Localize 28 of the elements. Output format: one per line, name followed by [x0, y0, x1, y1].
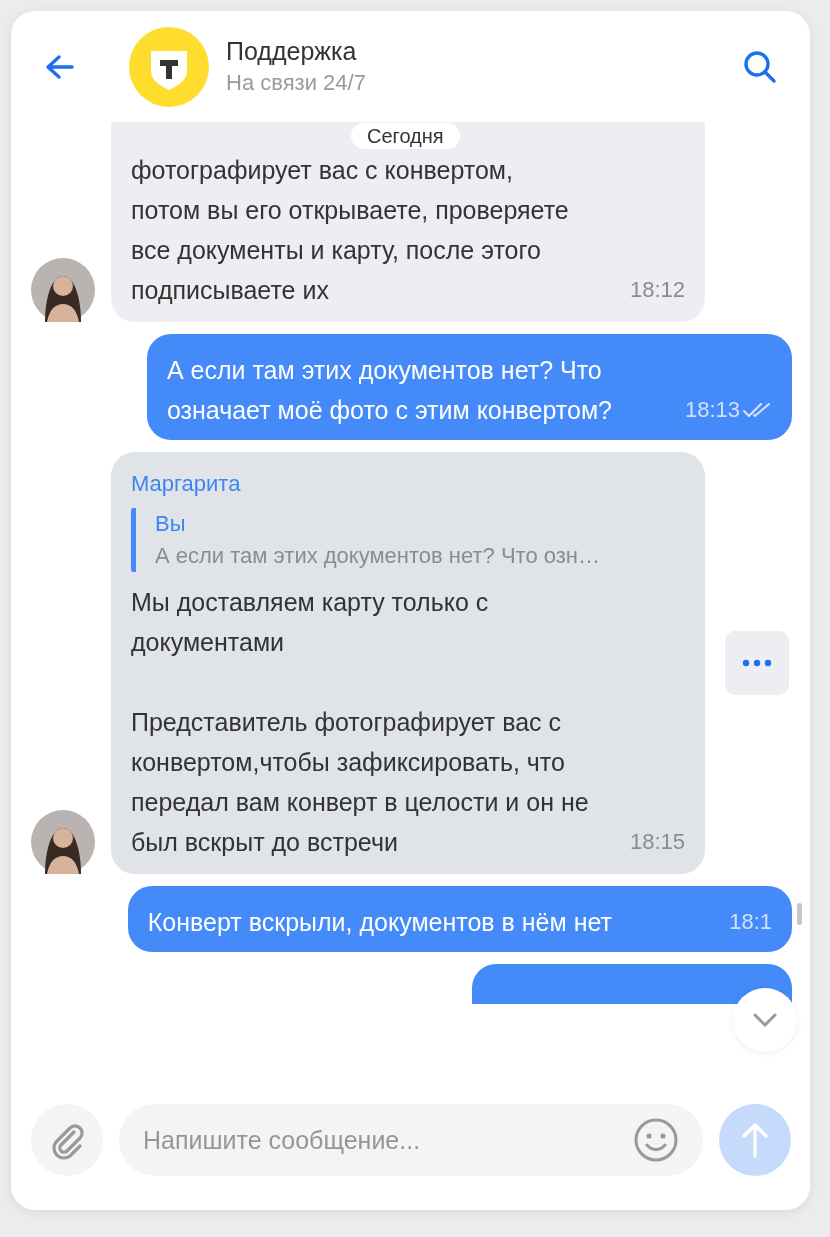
chat-status: На связи 24/7	[226, 70, 367, 96]
scroll-down-button[interactable]	[733, 988, 797, 1052]
message-input[interactable]: Напишите сообщение...	[119, 1104, 703, 1176]
date-divider: Сегодня	[351, 123, 460, 149]
reply-author: Вы	[155, 510, 186, 538]
avatar-icon	[31, 258, 95, 322]
back-arrow-icon	[44, 52, 76, 81]
more-button[interactable]	[725, 631, 789, 695]
message-time: 18:12	[629, 276, 685, 304]
message-time: 18:15	[629, 828, 685, 856]
sender-name: Маргарита	[131, 470, 242, 498]
scrollbar-thumb[interactable]	[797, 903, 802, 925]
search-icon	[742, 48, 778, 85]
reply-quote[interactable]: Вы А если там этих документов нет? Что озн…	[131, 508, 685, 572]
chevron-down-icon	[752, 1012, 778, 1028]
shield-logo-icon	[129, 26, 209, 107]
reply-text: А если там этих документов нет? Что озн…	[155, 542, 600, 570]
avatar-icon	[31, 810, 95, 874]
message-text: Конверт вскрыли, документов в нём нет	[147, 908, 612, 936]
arrow-up-icon	[740, 1120, 770, 1160]
dots-icon	[742, 659, 772, 667]
message-text: Мы доставляем карту только с документами Представитель фотографирует вас с конвертом,чтобы зафиксировать, что передал вам конверт в целости и он не был вскрыт до встречи	[131, 588, 589, 856]
chat-title: Поддержка	[226, 37, 358, 66]
message-text: А если там этих документов нет? Что означает моё фото с этим конвертом?	[166, 356, 612, 424]
message-text: фотографирует вас с конвертом, потом вы его открываете, проверяете все документы и карту, после этого подписываете их	[131, 156, 569, 304]
message-time: 18:1	[729, 908, 772, 936]
message-time: 18:13	[684, 396, 740, 424]
emoji-icon[interactable]	[633, 1117, 679, 1163]
